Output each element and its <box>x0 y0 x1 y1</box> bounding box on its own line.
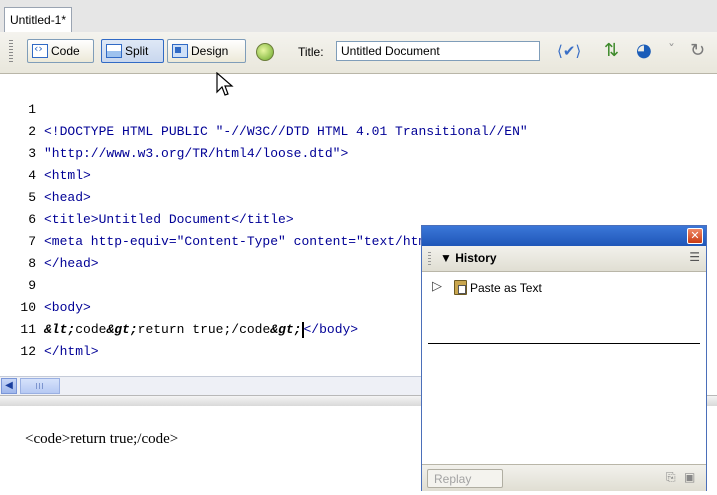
save-as-command-icon[interactable]: ▣ <box>684 471 697 484</box>
history-item-label: Paste as Text <box>470 281 542 295</box>
design-view-icon <box>172 44 188 58</box>
history-title[interactable]: ▼ History <box>440 251 497 265</box>
code-line: 10 &lt;code&gt;return true;/code&gt; </bo… <box>0 275 358 338</box>
panel-options-menu-icon[interactable]: ☰ <box>689 250 700 264</box>
code-text: <body> <box>44 300 91 315</box>
code-text: "http://www.w3.org/TR/html4/loose.dtd"> <box>44 146 349 161</box>
history-item[interactable]: ▷ Paste as Text <box>428 278 698 298</box>
code-line: 1 <!DOCTYPE HTML PUBLIC "-//W3C//DTD HTM… <box>0 77 528 139</box>
panel-grip[interactable] <box>428 252 431 265</box>
code-line: 12 <box>0 319 36 359</box>
code-text: <title>Untitled Document</title> <box>44 212 294 227</box>
code-text: <html> <box>44 168 91 183</box>
code-view-icon <box>32 42 48 58</box>
refresh-icon[interactable]: ˇ <box>668 40 675 62</box>
document-title-input[interactable]: Untitled Document <box>336 41 540 61</box>
toolbar-grip[interactable] <box>9 40 13 62</box>
paste-icon <box>454 280 467 295</box>
plain-text: return true;/code <box>137 322 271 337</box>
document-tab-strip: Untitled-1* <box>0 0 717 33</box>
replay-button[interactable]: Replay <box>427 469 503 488</box>
scroll-left-arrow-icon[interactable]: ◀ <box>1 378 17 394</box>
entity-text: &gt; <box>106 322 138 337</box>
close-icon[interactable]: ✕ <box>687 228 703 244</box>
code-line: 7 </head> <box>0 209 98 271</box>
code-line: 9 <body> <box>0 253 91 315</box>
history-divider <box>428 343 700 344</box>
line-number: 12 <box>20 344 36 359</box>
design-view-label: Design <box>191 44 229 58</box>
tag-text: </body> <box>303 322 359 337</box>
title-label: Title: <box>298 45 324 59</box>
history-panel-titlebar[interactable]: ✕ <box>422 226 706 246</box>
document-toolbar: Code Split Design Title: Untitled Docume… <box>0 32 717 74</box>
split-view-icon <box>106 44 122 58</box>
code-text: <head> <box>44 190 91 205</box>
code-line: 2 "http://www.w3.org/TR/html4/loose.dtd"… <box>0 99 348 161</box>
entity-text: &gt; <box>270 322 302 337</box>
code-line: 8 <box>0 231 36 271</box>
code-text: &lt;code&gt;return true;/code&gt; </body> <box>44 319 358 341</box>
file-transfer-icon[interactable]: ⇅ <box>604 40 619 62</box>
code-text: <!DOCTYPE HTML PUBLIC "-//W3C//DTD HTML … <box>44 124 528 139</box>
code-line: 3 <html> <box>0 121 91 183</box>
scroll-thumb[interactable] <box>20 378 60 394</box>
history-title-text: History <box>455 251 497 265</box>
history-panel: ✕ ▼ History ☰ ▷ Paste as Text Replay ⎘ ▣ <box>421 225 707 491</box>
mouse-pointer-icon <box>216 72 234 96</box>
browser-preview-icon[interactable]: ◕ <box>636 40 652 62</box>
history-list: ▷ Paste as Text <box>422 272 706 458</box>
split-view-label: Split <box>125 44 149 58</box>
refresh-icon[interactable]: ↻ <box>690 40 705 62</box>
design-view-button[interactable]: Design <box>167 39 246 63</box>
live-data-icon[interactable] <box>256 43 274 61</box>
entity-text: &lt; <box>44 322 76 337</box>
code-line: 5 <title>Untitled Document</title> <box>0 165 293 227</box>
code-line: 6 <meta http-equiv="Content-Type" conten… <box>0 187 606 249</box>
code-text: </head> <box>44 256 99 271</box>
code-line: 11 </html> <box>0 297 98 359</box>
code-view-label: Code <box>51 44 80 58</box>
validate-icon[interactable]: ⟨✔⟩ <box>557 40 581 62</box>
history-panel-footer: Replay ⎘ ▣ <box>422 464 706 491</box>
horizontal-scrollbar[interactable]: ◀ <box>0 376 430 395</box>
design-rendered-text[interactable]: <code>return true;/code> <box>25 431 178 448</box>
split-view-button[interactable]: Split <box>101 39 164 63</box>
copy-steps-icon[interactable]: ⎘ <box>666 471 679 484</box>
plain-text: code <box>75 322 107 337</box>
code-view-button[interactable]: Code <box>27 39 94 63</box>
history-panel-header[interactable]: ▼ History ☰ <box>422 246 706 272</box>
history-slider-icon[interactable]: ▷ <box>432 280 446 294</box>
code-text: </html> <box>44 344 99 359</box>
code-line: 4 <head> <box>0 143 91 205</box>
document-tab[interactable]: Untitled-1* <box>4 7 72 32</box>
